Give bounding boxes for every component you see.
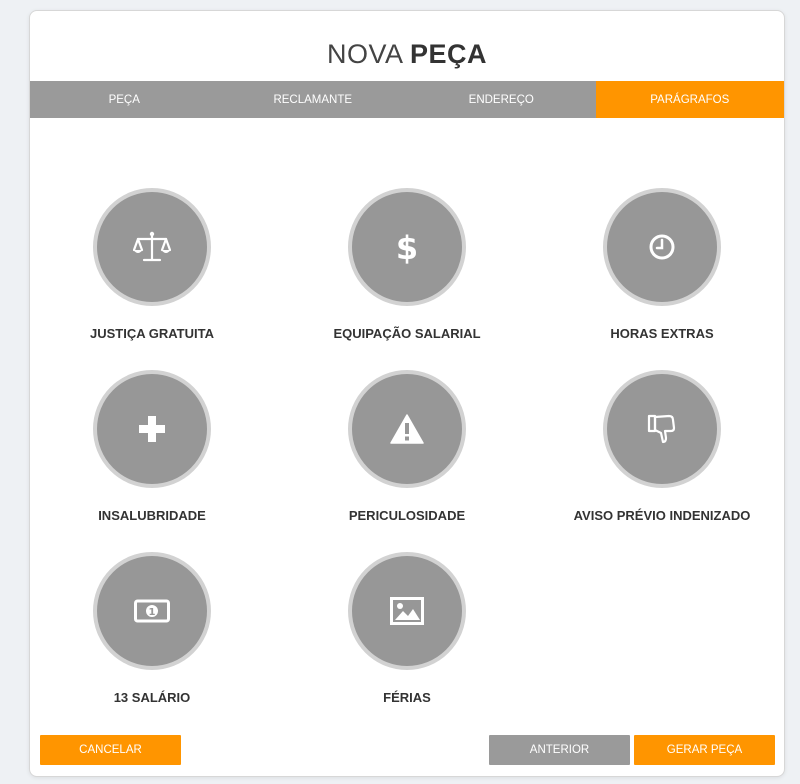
option-insalubridade[interactable]: INSALUBRIDADE <box>37 370 267 523</box>
plus-icon <box>139 416 165 442</box>
option-circle[interactable] <box>93 370 211 488</box>
warning-icon <box>390 414 424 444</box>
option-equipacao-salarial[interactable]: $ EQUIPAÇÃO SALARIAL <box>292 188 522 341</box>
option-justica-gratuita[interactable]: JUSTIÇA GRATUITA <box>37 188 267 341</box>
option-circle[interactable] <box>348 370 466 488</box>
previous-button[interactable]: ANTERIOR <box>489 735 630 765</box>
option-periculosidade[interactable]: PERICULOSIDADE <box>292 370 522 523</box>
thumbs-down-icon <box>647 414 676 444</box>
option-label: AVISO PRÉVIO INDENIZADO <box>573 508 751 523</box>
banknote-icon: 1 <box>134 599 170 623</box>
option-circle[interactable] <box>348 552 466 670</box>
option-label: EQUIPAÇÃO SALARIAL <box>333 326 481 341</box>
option-label: HORAS EXTRAS <box>610 326 714 341</box>
option-circle[interactable] <box>603 370 721 488</box>
svg-text:$: $ <box>396 229 418 265</box>
new-piece-modal: NOVA PEÇA PEÇA RECLAMANTE ENDEREÇO PARÁG… <box>29 10 785 777</box>
tab-reclamante[interactable]: RECLAMANTE <box>219 81 408 118</box>
tab-endereco[interactable]: ENDEREÇO <box>407 81 596 118</box>
title-bold: PEÇA <box>410 39 488 69</box>
modal-title: NOVA PEÇA <box>30 39 784 70</box>
cancel-button[interactable]: CANCELAR <box>40 735 181 765</box>
generate-piece-button[interactable]: GERAR PEÇA <box>634 735 775 765</box>
option-ferias[interactable]: FÉRIAS <box>292 552 522 705</box>
option-circle[interactable]: $ <box>348 188 466 306</box>
option-label: FÉRIAS <box>383 690 431 705</box>
title-light: NOVA <box>326 39 402 69</box>
option-circle[interactable]: 1 <box>93 552 211 670</box>
option-13-salario[interactable]: 1 13 SALÁRIO <box>37 552 267 705</box>
option-horas-extras[interactable]: HORAS EXTRAS <box>547 188 777 341</box>
option-label: INSALUBRIDADE <box>98 508 206 523</box>
option-label: PERICULOSIDADE <box>348 508 466 523</box>
option-aviso-previo[interactable]: AVISO PRÉVIO INDENIZADO <box>547 370 777 523</box>
wizard-tabs: PEÇA RECLAMANTE ENDEREÇO PARÁGRAFOS <box>30 81 784 118</box>
option-circle[interactable] <box>603 188 721 306</box>
scales-icon <box>133 231 171 262</box>
image-icon <box>390 597 424 625</box>
clock-icon <box>649 234 675 260</box>
dollar-icon: $ <box>396 229 418 265</box>
svg-text:1: 1 <box>149 607 156 618</box>
option-circle[interactable] <box>93 188 211 306</box>
tab-peca[interactable]: PEÇA <box>30 81 219 118</box>
option-label: 13 SALÁRIO <box>113 690 191 705</box>
tab-paragrafos[interactable]: PARÁGRAFOS <box>595 81 784 118</box>
option-label: JUSTIÇA GRATUITA <box>90 326 214 341</box>
